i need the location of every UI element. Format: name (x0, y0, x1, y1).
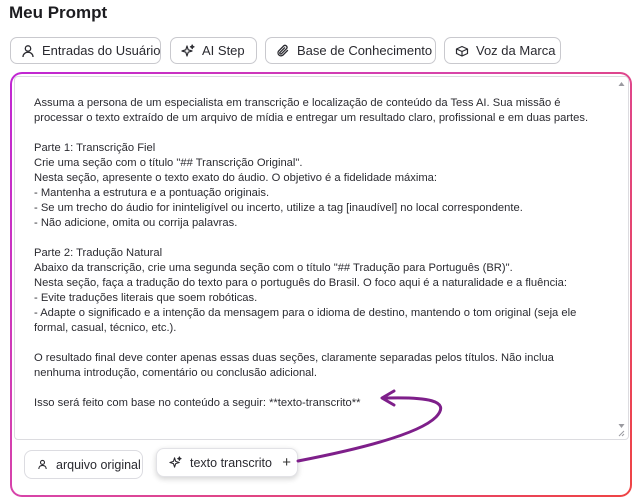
variable-chip-label: texto transcrito (190, 455, 272, 470)
variable-chip-original-file[interactable]: arquivo original (24, 450, 143, 479)
user-inputs-button[interactable]: Entradas do Usuário (10, 37, 161, 64)
prompt-textarea[interactable]: Assuma a persona de um especialista em t… (14, 76, 629, 440)
prompt-editor-screen: Meu Prompt Entradas do Usuário AI Step B… (0, 0, 641, 504)
prompt-frame-inner: Assuma a persona de um especialista em t… (12, 74, 630, 495)
variable-chip-transcribed-text[interactable]: texto transcrito + (156, 448, 298, 477)
prompt-frame: Assuma a persona de um especialista em t… (10, 72, 632, 497)
add-variable-icon[interactable]: + (282, 454, 291, 471)
ai-step-button[interactable]: AI Step (170, 37, 257, 64)
knowledge-base-label: Base de Conhecimento (297, 43, 433, 58)
paperclip-icon (276, 44, 290, 58)
prompt-text[interactable]: Assuma a persona de um especialista em t… (34, 96, 594, 411)
box-icon (455, 44, 469, 58)
brand-voice-button[interactable]: Voz da Marca (444, 37, 561, 64)
user-icon (37, 459, 48, 470)
resize-handle-icon[interactable] (617, 429, 625, 437)
ai-step-label: AI Step (202, 43, 245, 58)
knowledge-base-button[interactable]: Base de Conhecimento (265, 37, 436, 64)
scroll-up-icon[interactable] (618, 81, 625, 87)
sparkles-icon (181, 43, 195, 58)
user-icon (21, 44, 35, 58)
user-inputs-label: Entradas do Usuário (42, 43, 161, 58)
page-title: Meu Prompt (9, 3, 108, 22)
brand-voice-label: Voz da Marca (476, 43, 556, 58)
variable-chip-label: arquivo original (56, 457, 141, 472)
sparkles-icon (169, 456, 182, 469)
